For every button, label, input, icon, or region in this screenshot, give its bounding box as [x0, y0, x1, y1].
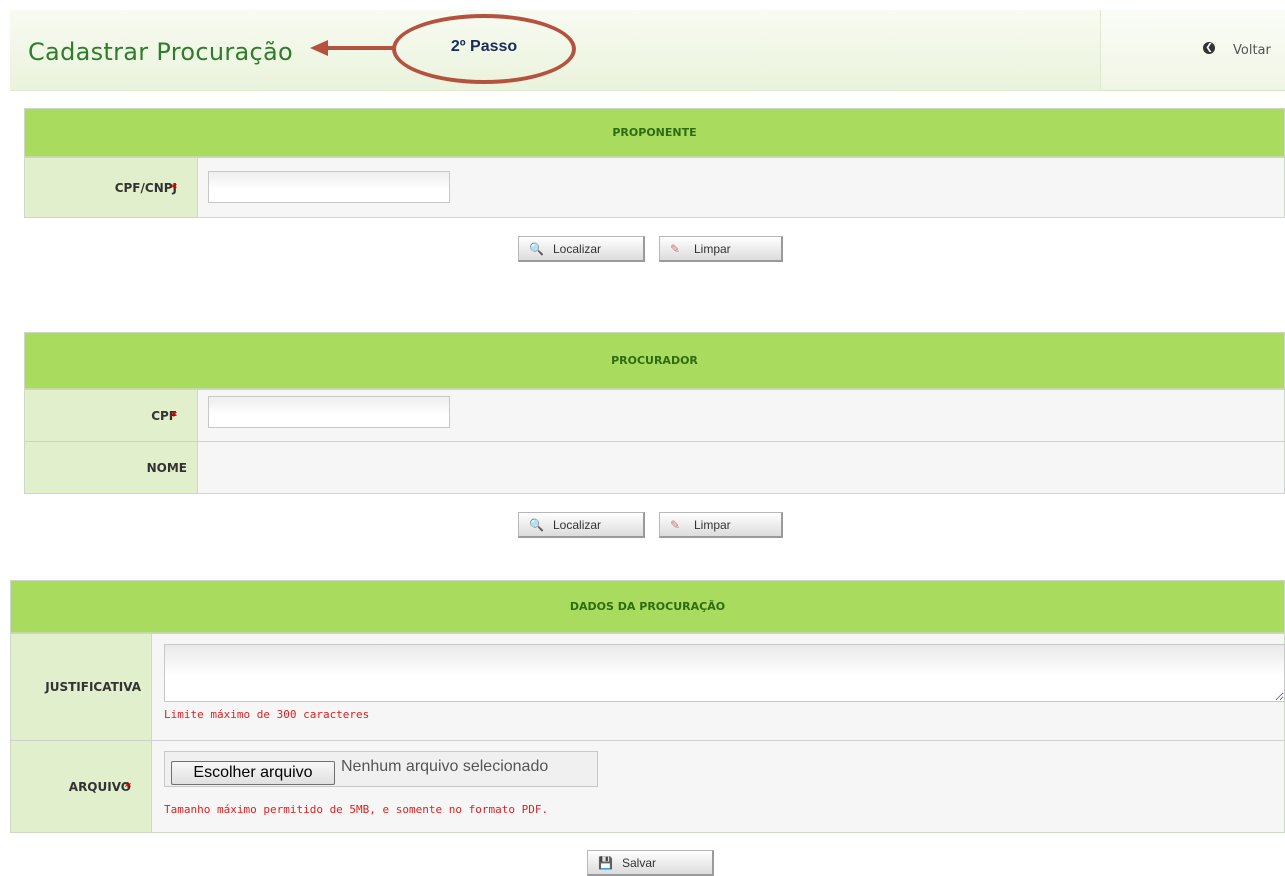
eraser-icon: ✎	[670, 518, 681, 532]
required-marker: *	[170, 408, 177, 423]
dados-heading: DADOS DA PROCURAÇÃO	[11, 581, 1284, 633]
arquivo-label: ARQUIVO *	[11, 741, 152, 832]
nome-label: NOME	[25, 442, 198, 493]
procurador-clear-button[interactable]: ✎ Limpar	[659, 512, 783, 538]
back-link[interactable]: Voltar	[1233, 43, 1271, 58]
justificativa-textarea[interactable]	[164, 644, 1285, 702]
cpf-cnpj-label: CPF/CNPJ *	[25, 158, 198, 217]
annotation-ellipse: 2º Passo	[392, 14, 576, 84]
proponente-clear-button[interactable]: ✎ Limpar	[659, 236, 783, 262]
back-circle-icon[interactable]: ❮	[1203, 42, 1215, 54]
dados-panel: DADOS DA PROCURAÇÃO JUSTIFICATIVA ARQUIV…	[10, 580, 1285, 833]
justificativa-hint: Limite máximo de 300 caracteres	[164, 708, 370, 721]
proponente-heading: PROPONENTE	[25, 109, 1284, 157]
procurador-heading: PROCURADOR	[25, 333, 1284, 389]
arquivo-hint: Tamanho máximo permitido de 5MB, e somen…	[164, 803, 549, 816]
choose-file-button[interactable]: Escolher arquivo	[171, 761, 335, 785]
floppy-disk-icon: 💾	[598, 856, 613, 870]
annotation-arrow-icon	[310, 40, 396, 56]
justificativa-label: JUSTIFICATIVA	[11, 634, 152, 740]
cpf-cnpj-input[interactable]	[208, 171, 450, 203]
magnifier-icon: 🔍	[529, 518, 544, 532]
file-status: Nenhum arquivo selecionado	[341, 758, 549, 775]
save-button[interactable]: 💾 Salvar	[587, 850, 714, 876]
procurador-search-button[interactable]: 🔍 Localizar	[518, 512, 645, 538]
eraser-icon: ✎	[670, 242, 681, 256]
cpf-input[interactable]	[208, 396, 450, 428]
proponente-search-button[interactable]: 🔍 Localizar	[518, 236, 645, 262]
required-marker: *	[124, 779, 131, 794]
nome-row: NOME	[25, 441, 1284, 493]
required-marker: *	[170, 180, 177, 195]
annotation-label: 2º Passo	[450, 38, 518, 55]
magnifier-icon: 🔍	[529, 242, 544, 256]
cpf-label: CPF *	[25, 390, 198, 441]
file-input[interactable]: Escolher arquivo Nenhum arquivo selecion…	[164, 751, 598, 787]
page-title: Cadastrar Procuração	[28, 38, 294, 66]
